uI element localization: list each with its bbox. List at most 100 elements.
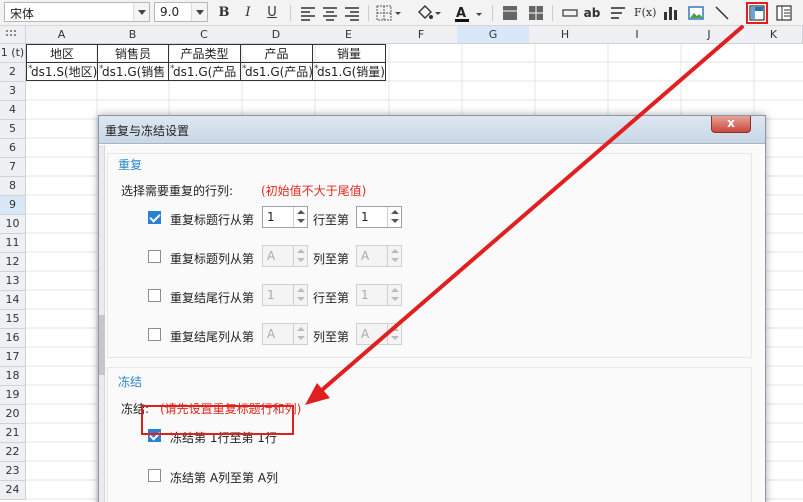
dialog-titlebar[interactable]: 重复与冻结设置 x <box>99 116 765 144</box>
row-header[interactable]: 8 <box>0 177 26 196</box>
row-header[interactable]: 20 <box>0 405 26 424</box>
spinner-arrows-icon[interactable] <box>293 285 307 305</box>
table-cell[interactable]: * ds1.G(产品 <box>168 62 241 81</box>
spinner-arrows-icon[interactable] <box>293 324 307 344</box>
table-header-cell[interactable]: 销量 <box>312 44 386 63</box>
table-header-cell[interactable]: 产品类型 <box>168 44 241 63</box>
chevron-down-icon[interactable] <box>191 3 207 21</box>
scrollbar[interactable] <box>99 145 105 502</box>
font-size-select[interactable]: 9.0 <box>154 2 208 22</box>
formula-button[interactable]: F(x) <box>634 3 656 23</box>
row-header[interactable]: 2 <box>0 63 26 82</box>
repeat-freeze-button[interactable] <box>746 2 768 24</box>
row-header[interactable]: 24 <box>0 481 26 500</box>
spinner-arrows-icon[interactable] <box>387 285 401 305</box>
sheet-layout-button[interactable] <box>774 3 794 23</box>
repeat-title-rows-from[interactable]: 1 <box>262 206 308 228</box>
row-header[interactable]: 15 <box>0 310 26 329</box>
row-header[interactable]: 13 <box>0 272 26 291</box>
spinner-arrows-icon[interactable] <box>387 246 401 266</box>
repeat-footer-cols-to[interactable]: A <box>356 323 402 345</box>
column-header[interactable]: F <box>385 26 458 44</box>
table-cell[interactable]: * ds1.S(地区) <box>26 62 98 81</box>
text-field-icon <box>562 9 578 17</box>
repeat-footer-rows-to[interactable]: 1 <box>356 284 402 306</box>
row-header[interactable]: 21 <box>0 424 26 443</box>
repeat-footer-rows-from[interactable]: 1 <box>262 284 308 306</box>
fill-color-button[interactable] <box>414 3 444 23</box>
row-header[interactable]: 10 <box>0 215 26 234</box>
table-cell[interactable]: * ds1.G(销售 <box>97 62 169 81</box>
spinner-arrows-icon[interactable] <box>293 246 307 266</box>
split-cells-button[interactable] <box>526 3 546 23</box>
repeat-title-rows-checkbox[interactable] <box>148 211 161 224</box>
font-color-button[interactable]: A <box>452 3 486 23</box>
border-button[interactable] <box>374 3 404 23</box>
row-header[interactable]: 7 <box>0 158 26 177</box>
row-header[interactable]: 4 <box>0 101 26 120</box>
row-header[interactable]: 12 <box>0 253 26 272</box>
row-header[interactable]: 3 <box>0 82 26 101</box>
close-button[interactable]: x <box>711 116 751 133</box>
column-header[interactable]: K <box>745 26 803 44</box>
text-box-button[interactable] <box>560 3 580 23</box>
spin-value: 1 <box>361 288 369 302</box>
sheet-layout-icon <box>776 5 792 21</box>
table-header-cell[interactable]: 销售员 <box>97 44 169 63</box>
text-button[interactable]: ab <box>582 3 602 23</box>
column-header[interactable]: D <box>240 26 313 44</box>
row-header[interactable]: 9 <box>0 196 26 215</box>
column-header[interactable]: E <box>312 26 386 44</box>
repeat-footer-rows-checkbox[interactable] <box>148 289 161 302</box>
row-header[interactable]: 6 <box>0 139 26 158</box>
row-header[interactable]: 17 <box>0 348 26 367</box>
table-cell[interactable]: * ds1.G(销量) <box>312 62 386 81</box>
align-center-button[interactable] <box>320 3 340 23</box>
row-header[interactable]: 14 <box>0 291 26 310</box>
column-header[interactable]: I <box>601 26 674 44</box>
repeat-footer-cols-from[interactable]: A <box>262 323 308 345</box>
image-button[interactable] <box>686 3 706 23</box>
row-header[interactable]: 1 (t) <box>0 44 26 63</box>
row-header[interactable]: 11 <box>0 234 26 253</box>
column-header[interactable]: G <box>457 26 530 44</box>
merge-cells-button[interactable] <box>500 3 520 23</box>
repeat-title-cols-from[interactable]: A <box>262 245 308 267</box>
slash-button[interactable] <box>712 3 732 23</box>
row-header[interactable]: 16 <box>0 329 26 348</box>
wrap-text-button[interactable] <box>608 3 628 23</box>
column-header[interactable]: J <box>673 26 746 44</box>
chart-button[interactable] <box>660 3 680 23</box>
table-cell[interactable]: * ds1.G(产品) <box>240 62 313 81</box>
italic-button[interactable]: I <box>238 3 258 23</box>
repeat-title-rows-to[interactable]: 1 <box>356 206 402 228</box>
freeze-cols-checkbox[interactable] <box>148 469 161 482</box>
cell-value: ds1.G(销售 <box>102 65 166 79</box>
row-header[interactable]: 19 <box>0 386 26 405</box>
select-all-corner[interactable] <box>0 26 26 44</box>
diagonal-line-icon <box>715 6 729 20</box>
row-header[interactable]: 23 <box>0 462 26 481</box>
row-header[interactable]: 5 <box>0 120 26 139</box>
row-header[interactable]: 18 <box>0 367 26 386</box>
repeat-footer-cols-checkbox[interactable] <box>148 328 161 341</box>
spinner-arrows-icon[interactable] <box>387 207 401 227</box>
chevron-down-icon[interactable] <box>133 3 149 21</box>
align-right-button[interactable] <box>342 3 362 23</box>
scrollbar-thumb[interactable] <box>99 315 105 375</box>
spinner-arrows-icon[interactable] <box>293 207 307 227</box>
spinner-arrows-icon[interactable] <box>387 324 401 344</box>
table-header-cell[interactable]: 地区 <box>26 44 98 63</box>
repeat-title-cols-checkbox[interactable] <box>148 250 161 263</box>
column-header[interactable]: C <box>168 26 241 44</box>
bold-button[interactable]: B <box>214 3 234 23</box>
align-left-button[interactable] <box>298 3 318 23</box>
table-header-cell[interactable]: 产品 <box>240 44 313 63</box>
row-header[interactable]: 22 <box>0 443 26 462</box>
font-family-select[interactable]: 宋体 <box>4 2 150 22</box>
underline-button[interactable]: U <box>262 3 282 23</box>
repeat-title-cols-to[interactable]: A <box>356 245 402 267</box>
column-header[interactable]: H <box>529 26 602 44</box>
column-header[interactable]: A <box>26 26 98 44</box>
column-header[interactable]: B <box>97 26 169 44</box>
